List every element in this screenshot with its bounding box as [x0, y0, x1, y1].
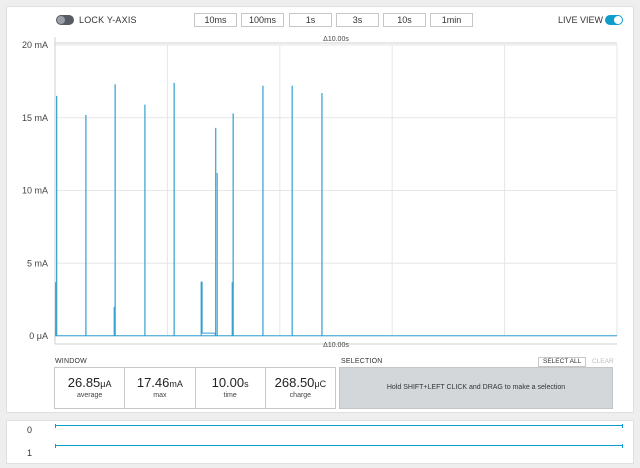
digital-channel-label: 0: [27, 425, 33, 435]
stat-unit: μC: [314, 379, 327, 389]
selection-hint-area: Hold SHIFT+LEFT CLICK and DRAG to make a…: [339, 367, 613, 409]
stat-number: 268.50: [274, 375, 315, 390]
y-tick-label: 0 μA: [29, 331, 48, 341]
stat-value: 26.85μA: [55, 375, 124, 390]
stat-number: 26.85: [67, 375, 101, 390]
stat-label: max: [153, 392, 167, 399]
range-button-1s[interactable]: 1s: [289, 13, 332, 27]
stat-max: 17.46mA max: [125, 368, 196, 408]
y-tick-label: 15 mA: [22, 113, 48, 123]
stat-number: 17.46: [136, 375, 170, 390]
toggle-knob: [57, 16, 65, 24]
range-button-10s[interactable]: 10s: [383, 13, 426, 27]
current-chart[interactable]: 20 mA 15 mA 10 mA 5 mA 0 μA Δ10.00s Δ10.00s: [7, 27, 635, 357]
live-view-label: LIVE VIEW: [558, 15, 604, 25]
range-button-10ms[interactable]: 10ms: [194, 13, 237, 27]
chart-svg[interactable]: 20 mA 15 mA 10 mA 5 mA 0 μA Δ10.00s Δ10.00s: [7, 27, 635, 357]
digital-channels-panel: 0 1: [6, 420, 634, 464]
trace-plateau: [200, 281, 216, 336]
stat-value: 10.00s: [196, 375, 265, 390]
stat-unit: s: [244, 379, 249, 389]
range-button-100ms[interactable]: 100ms: [241, 13, 284, 27]
window-title: WINDOW: [55, 358, 87, 365]
clear-button[interactable]: CLEAR: [592, 357, 614, 367]
stat-value: 17.46mA: [125, 375, 194, 390]
range-button-3s[interactable]: 3s: [336, 13, 379, 27]
range-button-1min[interactable]: 1min: [430, 13, 473, 27]
stat-label: time: [223, 392, 237, 399]
live-view-toggle[interactable]: [605, 15, 623, 25]
selection-hint: Hold SHIFT+LEFT CLICK and DRAG to make a…: [386, 384, 566, 391]
stat-number: 10.00: [211, 375, 245, 390]
y-tick-label: 20 mA: [22, 40, 48, 50]
lock-y-axis-label: LOCK Y-AXIS: [79, 15, 137, 25]
power-profiler-app: LOCK Y-AXIS 10ms 100ms 1s 3s 10s 1min LI…: [0, 0, 640, 468]
digital-trace-start: [55, 424, 56, 428]
digital-channel-label: 1: [27, 448, 33, 458]
digital-trace-start: [55, 444, 56, 448]
stat-value: 268.50μC: [266, 375, 335, 390]
stat-label: average: [76, 392, 103, 399]
select-all-button[interactable]: SELECT ALL: [538, 357, 587, 367]
digital-channel-1-trace: [55, 445, 623, 446]
digital-trace-end: [622, 444, 623, 448]
selection-panel: SELECTION SELECT ALL CLEAR Hold SHIFT+LE…: [339, 357, 614, 410]
stat-time: 10.00s time: [196, 368, 266, 408]
window-cells: 26.85μA average 17.46mA max 10.00s time …: [54, 367, 336, 409]
window-stats: WINDOW 26.85μA average 17.46mA max 10.00…: [54, 358, 336, 410]
stat-charge: 268.50μC charge: [266, 368, 335, 408]
y-tick-label: 5 mA: [27, 258, 48, 268]
digital-trace-end: [622, 424, 623, 428]
window-delta-label-top: Δ10.00s: [323, 36, 349, 43]
stat-unit: mA: [169, 379, 183, 389]
stat-average: 26.85μA average: [55, 368, 126, 408]
stat-label: charge: [289, 392, 312, 399]
toggle-knob: [614, 16, 622, 24]
lock-y-axis-toggle[interactable]: [56, 15, 74, 25]
selection-title: SELECTION: [341, 358, 383, 365]
stat-unit: μA: [100, 379, 112, 389]
window-delta-label-bottom: Δ10.00s: [323, 342, 349, 349]
main-chart-panel: LOCK Y-AXIS 10ms 100ms 1s 3s 10s 1min LI…: [6, 6, 634, 413]
y-tick-label: 10 mA: [22, 186, 48, 196]
digital-channel-0-trace: [55, 425, 623, 426]
